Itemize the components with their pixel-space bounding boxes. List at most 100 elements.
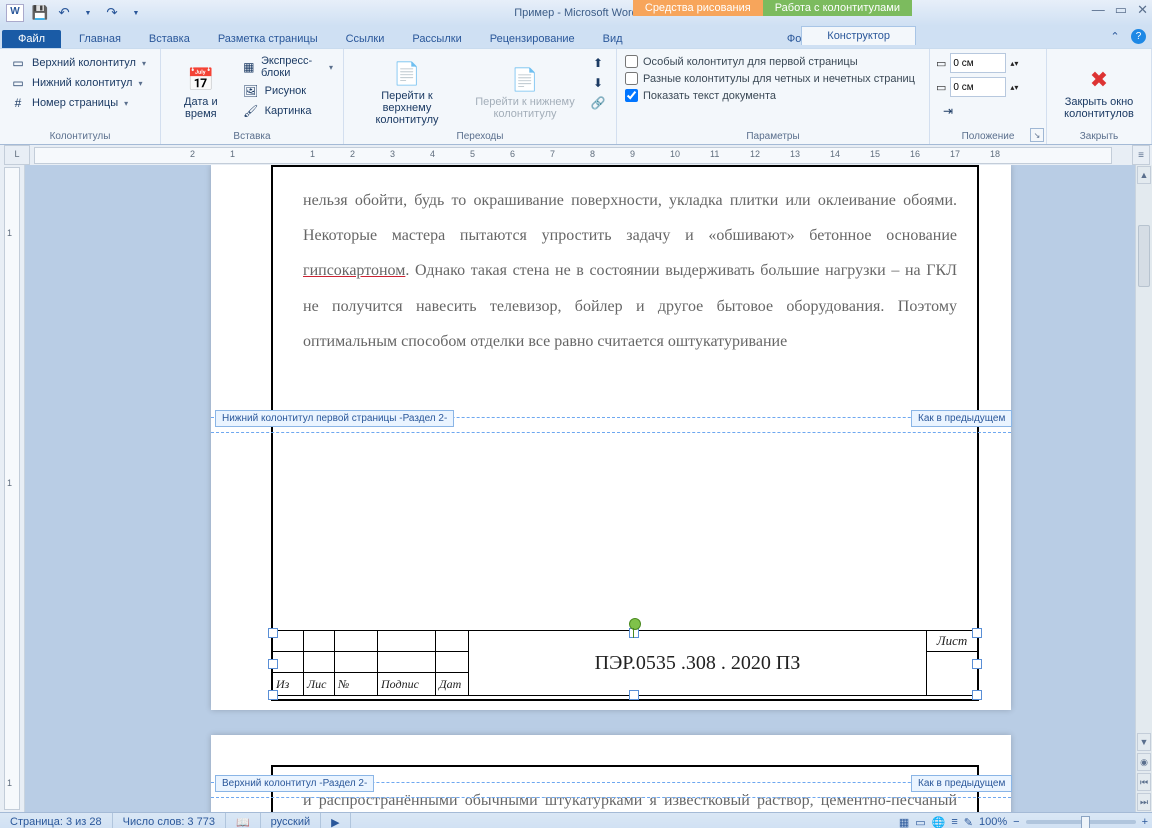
close-button[interactable]: ✕	[1137, 2, 1148, 18]
page-2: и распространёнными обычными штукатуркам…	[211, 735, 1011, 812]
view-full-screen[interactable]: ▭	[915, 816, 925, 828]
status-macro[interactable]: ▶	[321, 813, 350, 828]
tab-view[interactable]: Вид	[589, 30, 637, 48]
group-label: Параметры	[623, 131, 923, 144]
same-as-previous-tag: Как в предыдущем	[911, 775, 1012, 792]
header-from-top[interactable]: ▭▴▾	[936, 53, 1018, 73]
group-close: ✖Закрыть окно колонтитулов Закрыть	[1047, 49, 1152, 144]
header-section-tag: Верхний колонтитул -Раздел 2-	[215, 775, 374, 792]
title-block-table[interactable]: ПЭР.0535 .308 . 2020 ПЗ Лист Из Лис № По…	[272, 630, 978, 696]
tab-refs[interactable]: Ссылки	[332, 30, 399, 48]
zoom-slider[interactable]	[1026, 820, 1136, 824]
window-controls: — ▭ ✕	[1092, 2, 1148, 18]
document-viewport[interactable]: нельзя обойти, будь то окрашивание повер…	[25, 165, 1135, 812]
tab-selector[interactable]: L	[4, 145, 30, 165]
opt-different-first[interactable]: Особый колонтитул для первой страницы	[623, 53, 917, 70]
group-label: Колонтитулы	[6, 131, 154, 144]
vertical-scrollbar[interactable]: ▲ ▼ ◉ ⏮ ⏭	[1135, 165, 1152, 812]
zoom-level[interactable]: 100%	[979, 816, 1007, 828]
selection-handle[interactable]	[268, 628, 278, 638]
app-icon: W	[6, 4, 24, 22]
vertical-ruler[interactable]: 111	[0, 165, 25, 812]
date-time-button[interactable]: 📅Дата и время	[167, 53, 235, 131]
nav-prev-button[interactable]: ⬆	[586, 53, 610, 73]
group-header-footer: ▭Верхний колонтитул▾ ▭Нижний колонтитул▾…	[0, 49, 161, 144]
tab-bar: Файл Главная Вставка Разметка страницы С…	[0, 26, 1152, 48]
group-label: Вставка	[167, 131, 337, 144]
dialog-launcher-icon[interactable]: ↘	[1030, 128, 1044, 142]
status-proofing[interactable]: 📖	[226, 813, 261, 828]
opt-odd-even[interactable]: Разные колонтитулы для четных и нечетных…	[623, 70, 917, 87]
footer-section-tag: Нижний колонтитул первой страницы -Разде…	[215, 410, 454, 427]
selection-handle[interactable]	[972, 659, 982, 669]
tab-designer[interactable]: Конструктор	[801, 26, 916, 45]
group-label: Переходы	[350, 131, 610, 144]
link-prev-button[interactable]: 🔗	[586, 93, 610, 113]
tab-insert[interactable]: Вставка	[135, 30, 204, 48]
quick-access-toolbar: 💾 ↶ ▼ ↷ ▼	[30, 3, 146, 23]
goto-header-button[interactable]: 📄Перейти к верхнему колонтитулу	[350, 53, 464, 131]
group-options: Особый колонтитул для первой страницы Ра…	[617, 49, 930, 144]
header-button[interactable]: ▭Верхний колонтитул▾	[6, 53, 150, 73]
view-ruler-toggle[interactable]: ≡	[1132, 145, 1150, 165]
picture-button[interactable]: 🖼Рисунок	[239, 81, 337, 101]
tab-home[interactable]: Главная	[65, 30, 135, 48]
status-bar: Страница: 3 из 28 Число слов: 3 773 📖 ру…	[0, 812, 1152, 828]
selection-handle[interactable]	[268, 690, 278, 700]
body-text-1[interactable]: нельзя обойти, будь то окрашивание повер…	[303, 183, 957, 359]
close-header-footer-button[interactable]: ✖Закрыть окно колонтитулов	[1053, 53, 1145, 131]
help-icon[interactable]: ?	[1131, 29, 1146, 44]
view-print-layout[interactable]: ▦	[899, 816, 909, 828]
clipart-button[interactable]: 🖌Картинка	[239, 101, 337, 121]
page-number-button[interactable]: #Номер страницы▾	[6, 93, 150, 113]
selection-handle[interactable]	[972, 690, 982, 700]
header-footer-tools-tab-label: Работа с колонтитулами	[763, 0, 912, 16]
scroll-thumb[interactable]	[1138, 225, 1150, 287]
selection-handle[interactable]	[268, 659, 278, 669]
rotation-handle[interactable]	[629, 618, 641, 630]
file-tab[interactable]: Файл	[2, 30, 61, 48]
view-web[interactable]: 🌐	[932, 816, 946, 828]
opt-show-text[interactable]: Показать текст документа	[623, 87, 917, 104]
edit-area: 111 нельзя обойти, будь то окрашивание п…	[0, 165, 1152, 812]
zoom-out-button[interactable]: −	[1013, 816, 1019, 828]
footer-from-bottom[interactable]: ▭▴▾	[936, 77, 1018, 97]
group-position: ▭▴▾ ▭▴▾ ⇥ Положение ↘	[930, 49, 1047, 144]
quick-parts-button[interactable]: ▦Экспресс-блоки▾	[239, 53, 337, 81]
status-words[interactable]: Число слов: 3 773	[113, 813, 226, 828]
tab-layout[interactable]: Разметка страницы	[204, 30, 332, 48]
zoom-in-button[interactable]: +	[1142, 816, 1148, 828]
qat-undo-dropdown[interactable]: ▼	[78, 3, 98, 23]
group-label: Закрыть	[1053, 131, 1145, 144]
ribbon-minimize-icon[interactable]: ⌃	[1107, 28, 1123, 44]
zoom-slider-thumb[interactable]	[1081, 816, 1090, 828]
title-bar: W 💾 ↶ ▼ ↷ ▼ Пример - Microsoft Word Сред…	[0, 0, 1152, 26]
view-draft[interactable]: ✎	[964, 816, 973, 828]
qat-save[interactable]: 💾	[30, 3, 50, 23]
nav-next-button[interactable]: ⬇	[586, 73, 610, 93]
next-page-button[interactable]: ⏭	[1137, 793, 1151, 811]
goto-footer-button: 📄Перейти к нижнему колонтитулу	[468, 53, 582, 131]
qat-redo[interactable]: ↷	[102, 3, 122, 23]
scroll-down-button[interactable]: ▼	[1137, 733, 1151, 751]
selection-handle[interactable]	[972, 628, 982, 638]
minimize-button[interactable]: —	[1092, 2, 1105, 18]
insert-alignment-tab[interactable]: ⇥	[936, 101, 1018, 121]
status-page[interactable]: Страница: 3 из 28	[0, 813, 113, 828]
horizontal-ruler[interactable]: 21123456789101112131415161718	[34, 147, 1112, 164]
tab-mailings[interactable]: Рассылки	[398, 30, 475, 48]
restore-button[interactable]: ▭	[1115, 2, 1127, 18]
scroll-up-button[interactable]: ▲	[1137, 166, 1151, 184]
group-navigation: 📄Перейти к верхнему колонтитулу 📄Перейти…	[344, 49, 617, 144]
footer-button[interactable]: ▭Нижний колонтитул▾	[6, 73, 150, 93]
contextual-tabs: Средства рисования Работа с колонтитулам…	[633, 0, 912, 16]
tab-review[interactable]: Рецензирование	[476, 30, 589, 48]
selection-handle[interactable]	[629, 690, 639, 700]
qat-customize[interactable]: ▼	[126, 3, 146, 23]
group-label: Положение	[936, 131, 1040, 144]
view-outline[interactable]: ≡	[951, 816, 957, 828]
browse-object-button[interactable]: ◉	[1137, 753, 1151, 771]
status-language[interactable]: русский	[261, 813, 321, 828]
qat-undo[interactable]: ↶	[54, 3, 74, 23]
prev-page-button[interactable]: ⏮	[1137, 773, 1151, 791]
